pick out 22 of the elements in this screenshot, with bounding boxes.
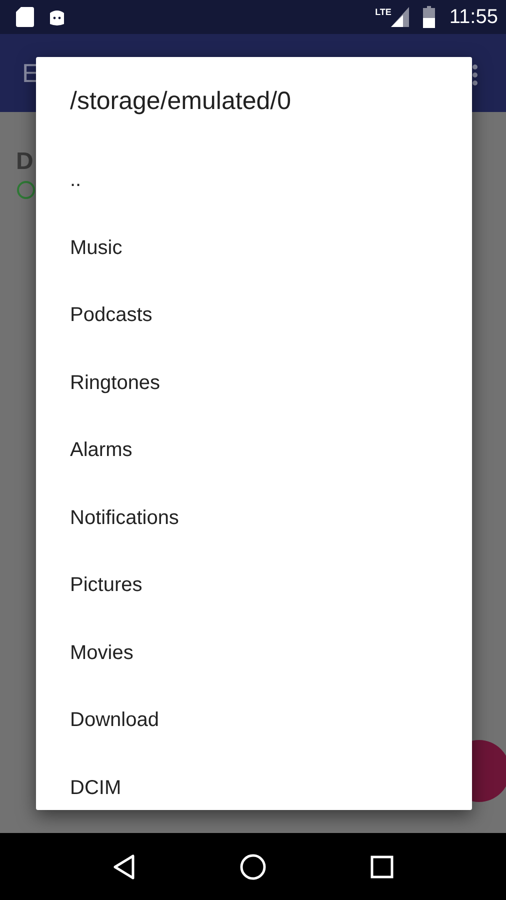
folder-item[interactable]: Notifications — [70, 484, 179, 552]
dialog-title: /storage/emulated/0 — [70, 87, 291, 115]
more-icon[interactable] — [470, 63, 480, 87]
battery-icon — [423, 6, 436, 28]
clock: 11:55 — [449, 6, 498, 28]
folder-item[interactable]: Download — [70, 687, 159, 754]
section-heading: D — [16, 148, 34, 176]
recents-icon[interactable] — [370, 854, 394, 878]
home-icon[interactable] — [238, 852, 267, 880]
sd-card-icon — [16, 7, 34, 27]
folder-item[interactable]: Pictures — [70, 552, 142, 620]
back-icon[interactable] — [112, 854, 136, 880]
network-type-label: LTE — [375, 7, 392, 17]
folder-item[interactable]: DCIM — [70, 754, 122, 822]
status-circle-icon — [16, 180, 36, 200]
folder-item[interactable]: Ringtones — [70, 350, 160, 417]
signal-icon — [391, 7, 410, 27]
folder-item[interactable]: Music — [70, 214, 122, 282]
folder-item[interactable]: .. — [70, 147, 82, 214]
folder-item[interactable]: Podcasts — [70, 282, 152, 350]
folder-item[interactable]: Movies — [70, 620, 134, 687]
folder-item[interactable]: Alarms — [70, 417, 132, 484]
